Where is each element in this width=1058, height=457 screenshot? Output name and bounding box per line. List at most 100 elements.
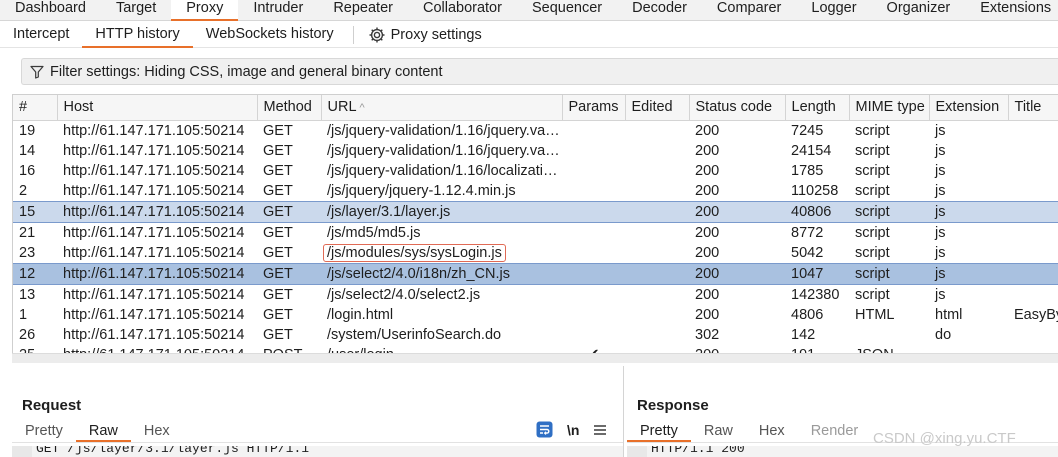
cell-length: 142 — [791, 326, 816, 343]
word-wrap-icon[interactable] — [536, 421, 553, 438]
sort-ascending-icon: ^ — [359, 102, 365, 115]
cell-host: http://61.147.171.105:50214 — [57, 262, 257, 285]
request-title: Request — [22, 397, 82, 414]
request-editor[interactable]: GET /js/layer/3.1/layer.js HTTP/1.1 — [12, 446, 623, 457]
column-header-params[interactable]: Params — [562, 95, 626, 121]
column-header-label: # — [19, 99, 28, 116]
table-row[interactable]: 16 http://61.147.171.105:50214 GET/js/jque… — [13, 161, 1058, 181]
table-row[interactable]: 2 http://61.147.171.105:50214 GET/js/jquer… — [13, 181, 1058, 202]
cell-method: GET — [263, 142, 293, 159]
cell-mime: JSON — [849, 345, 929, 354]
column-header-label: Host — [63, 99, 94, 116]
tab-extensions[interactable]: Extensions — [965, 0, 1058, 21]
response-tab-render[interactable]: Render — [798, 421, 872, 442]
cell-mime: script — [855, 122, 890, 139]
column-header-edited[interactable]: Edited — [625, 95, 690, 121]
request-tab-pretty[interactable]: Pretty — [12, 421, 76, 442]
table-row[interactable]: 25http://61.147.171.105:50214POST/user/l… — [13, 345, 1058, 354]
response-editor[interactable]: HTTP/1.1 200 — [627, 446, 1058, 457]
tab-separator — [352, 25, 354, 44]
table-row[interactable]: 15 http://61.147.171.105:50214 GET/js/laye… — [13, 200, 1058, 223]
tab-collaborator[interactable]: Collaborator — [408, 0, 517, 21]
cell-length: 24154 — [791, 142, 832, 159]
tab-intruder[interactable]: Intruder — [238, 0, 318, 21]
horizontal-scrollbar[interactable] — [12, 353, 1058, 363]
cell-edited — [625, 141, 689, 161]
response-tab-pretty[interactable]: Pretty — [627, 421, 691, 442]
cell-length: 142380 — [791, 286, 840, 303]
tab-sequencer[interactable]: Sequencer — [517, 0, 617, 21]
table-row[interactable]: 14 http://61.147.171.105:50214 GET/js/jque… — [13, 141, 1058, 161]
subtab-intercept[interactable]: Intercept — [0, 22, 82, 48]
table-row[interactable]: 26 http://61.147.171.105:50214 GET/system/… — [13, 325, 1058, 345]
cell-params — [562, 200, 625, 223]
column-header-method[interactable]: Method — [257, 95, 322, 121]
cell-edited — [625, 305, 689, 325]
column-header-status-code[interactable]: Status code — [689, 95, 786, 121]
table-row[interactable]: 23 http://61.147.171.105:50214 GET/js/modu… — [13, 243, 1058, 264]
table-row[interactable]: 21 http://61.147.171.105:50214 GET/js/md5/… — [13, 222, 1058, 243]
cell-params — [562, 161, 625, 181]
tab-proxy[interactable]: Proxy — [171, 0, 239, 21]
tab-repeater[interactable]: Repeater — [318, 0, 408, 21]
response-tab-hex[interactable]: Hex — [746, 421, 798, 442]
cell-status: 200 — [689, 200, 785, 223]
column-header-host[interactable]: Host — [57, 95, 258, 121]
request-tab-raw[interactable]: Raw — [75, 421, 131, 442]
cell-mime: HTML — [855, 306, 895, 323]
column-header-url[interactable]: URL ^ — [321, 95, 563, 121]
table-row[interactable]: 19 http://61.147.171.105:50214 GET/js/jque… — [13, 120, 1058, 141]
cell-mime: script — [855, 244, 890, 261]
cell-url: /js/modules/sys/sysLogin.js — [321, 243, 562, 264]
request-tab-hex[interactable]: Hex — [131, 421, 183, 442]
column-header-number[interactable]: # — [13, 95, 58, 121]
cell-method: GET — [263, 244, 293, 261]
cell-num: 19 — [19, 122, 36, 139]
cell-length: 8772 — [791, 224, 824, 241]
cell-length: 110258 — [791, 182, 839, 199]
table-row[interactable]: 12 http://61.147.171.105:50214 GET/js/sele… — [13, 262, 1058, 285]
cell-ext: js — [929, 262, 1008, 285]
column-header-label: Length — [791, 99, 836, 116]
cell-ext: do — [935, 326, 952, 343]
cell-host: http://61.147.171.105:50214 — [63, 142, 245, 159]
table-row[interactable]: 13 http://61.147.171.105:50214 GET/js/sele… — [13, 284, 1058, 305]
table-row[interactable]: 1 http://61.147.171.105:50214 GET/login.ht… — [13, 305, 1058, 325]
cell-title — [1008, 325, 1058, 345]
tab-comparer[interactable]: Comparer — [702, 0, 796, 21]
request-toolbar: \n — [536, 421, 607, 438]
cell-mime: script — [855, 224, 890, 241]
cell-title — [1008, 120, 1058, 141]
tab-logger[interactable]: Logger — [796, 0, 871, 21]
http-history-table: # Host Method URL ^ Params Edited Status code Le… — [12, 94, 1058, 353]
cell-ext: js — [935, 244, 946, 261]
subtab-websockets-history[interactable]: WebSockets history — [193, 22, 347, 48]
cell-mime: script — [855, 142, 890, 159]
cell-url: /user/login — [321, 345, 562, 354]
column-header-label: Status code — [695, 99, 773, 116]
tab-organizer[interactable]: Organizer — [872, 0, 966, 21]
tab-target[interactable]: Target — [101, 0, 171, 21]
response-title: Response — [637, 397, 709, 414]
menu-icon[interactable] — [593, 424, 607, 436]
proxy-settings-button[interactable]: Proxy settings — [362, 26, 488, 44]
cell-method: GET — [263, 224, 293, 241]
gear-icon — [368, 26, 386, 44]
cell-host: http://61.147.171.105:50214 — [63, 306, 245, 323]
column-header-extension[interactable]: Extension — [929, 95, 1009, 121]
cell-edited — [625, 243, 689, 264]
cell-params — [562, 141, 625, 161]
cell-method: GET — [257, 200, 321, 223]
tab-dashboard[interactable]: Dashboard — [0, 0, 101, 21]
response-tab-raw[interactable]: Raw — [691, 421, 746, 442]
column-header-length[interactable]: Length — [785, 95, 850, 121]
column-header-title[interactable]: Title — [1008, 95, 1058, 121]
cell-num: 14 — [19, 142, 36, 159]
subtab-http-history[interactable]: HTTP history — [82, 22, 193, 48]
proxy-settings-label: Proxy settings — [390, 26, 482, 43]
show-newlines-toggle[interactable]: \n — [567, 422, 579, 438]
tab-decoder[interactable]: Decoder — [617, 0, 702, 21]
cell-title — [1008, 222, 1058, 243]
column-header-mime-type[interactable]: MIME type — [849, 95, 930, 121]
filter-settings-bar[interactable]: Filter settings: Hiding CSS, image and g… — [21, 58, 1058, 85]
